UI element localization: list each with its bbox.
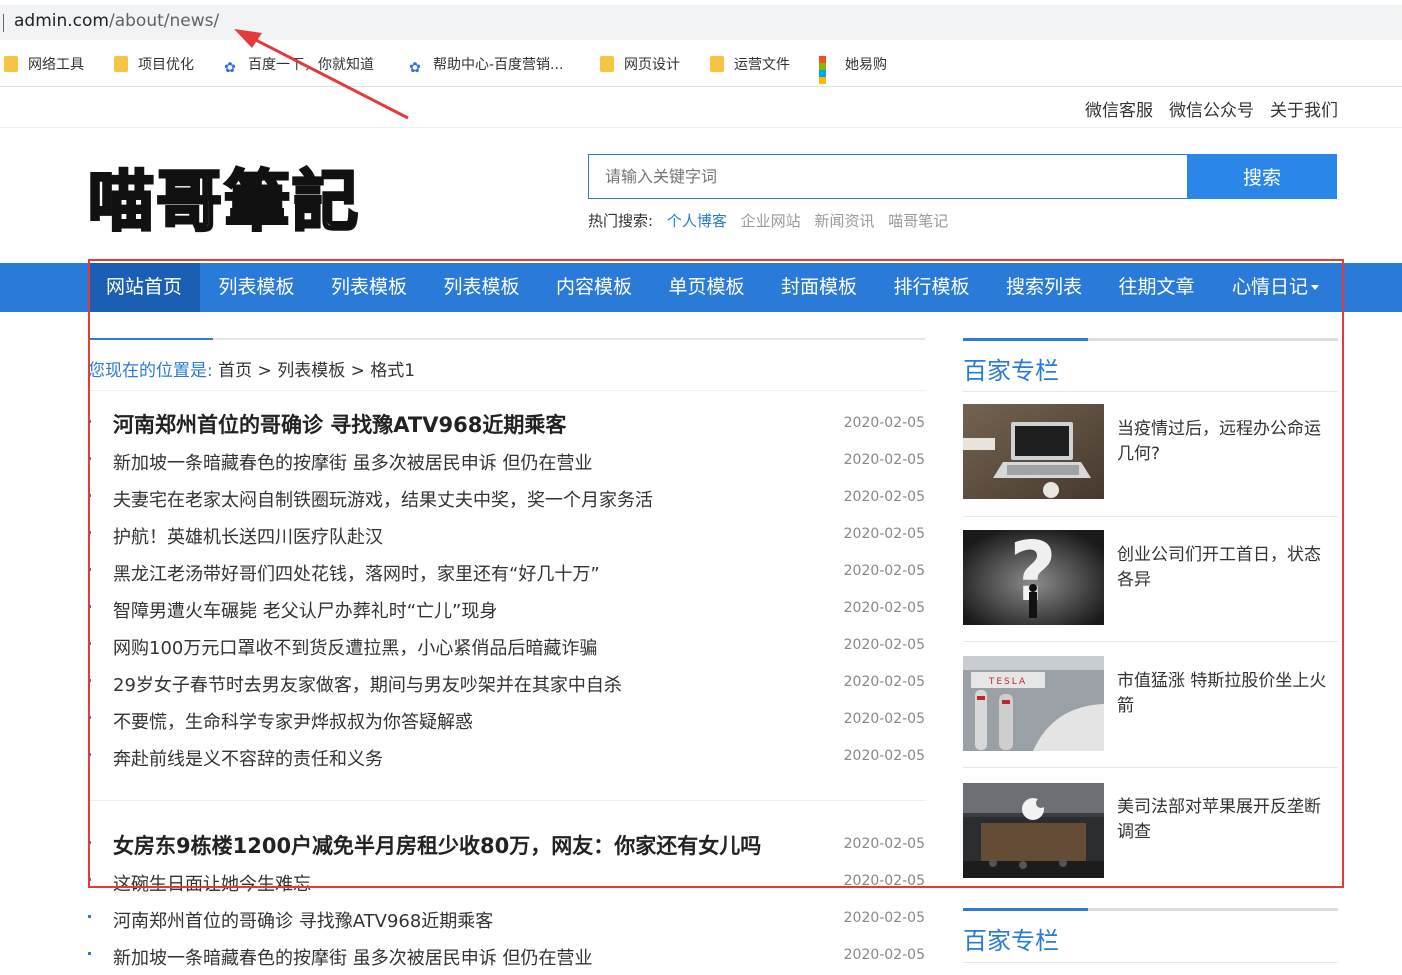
- bookmark-item[interactable]: 她易购: [819, 54, 887, 84]
- hot-keyword[interactable]: 企业网站: [741, 212, 801, 230]
- bookmark-item[interactable]: 运营文件: [710, 54, 790, 74]
- list-item[interactable]: 新加坡一条暗藏春色的按摩街 虽多次被居民申诉 但仍在营业 2020-02-05: [88, 938, 925, 975]
- top-link-about[interactable]: 关于我们: [1270, 101, 1338, 121]
- bullet-icon: [88, 952, 91, 955]
- site-logo[interactable]: 喵哥筆記: [87, 148, 360, 244]
- bookmark-item[interactable]: 网页设计: [600, 54, 680, 74]
- sidebar-divider: [963, 962, 1338, 963]
- hot-keyword[interactable]: 喵哥笔记: [888, 212, 948, 230]
- top-links: 微信客服 微信公众号 关于我们: [1069, 96, 1338, 121]
- hot-search: 热门搜索: 个人博客 企业网站 新闻资讯 喵哥笔记: [588, 210, 948, 231]
- bookmark-item[interactable]: ✿ 帮助中心-百度营销...: [407, 54, 563, 76]
- annotation-arrow-icon: [234, 29, 409, 120]
- list-item[interactable]: 河南郑州首位的哥确诊 寻找豫ATV968近期乘客 2020-02-05: [88, 901, 925, 938]
- item-date: 2020-02-05: [843, 947, 925, 963]
- hot-search-label: 热门搜索:: [588, 212, 654, 230]
- folder-icon: [600, 56, 614, 72]
- item-date: 2020-02-05: [843, 910, 925, 926]
- search-input[interactable]: [588, 154, 1187, 199]
- sidebar-rule: [963, 908, 1338, 911]
- annotation-highlight-box: [88, 259, 1344, 888]
- top-link-wechat-account[interactable]: 微信公众号: [1169, 101, 1254, 121]
- top-link-wechat-service[interactable]: 微信客服: [1085, 101, 1153, 121]
- bullet-icon: [88, 915, 91, 918]
- search-button[interactable]: 搜索: [1187, 154, 1337, 199]
- sidebar-title: 百家专栏: [963, 927, 1059, 955]
- hot-keyword[interactable]: 新闻资讯: [814, 212, 874, 230]
- folder-icon: [710, 56, 724, 72]
- hot-keyword[interactable]: 个人博客: [667, 212, 727, 230]
- item-title[interactable]: 河南郑州首位的哥确诊 寻找豫ATV968近期乘客: [113, 907, 493, 933]
- windows-icon: [819, 56, 835, 84]
- item-title[interactable]: 新加坡一条暗藏春色的按摩街 虽多次被居民申诉 但仍在营业: [113, 944, 592, 970]
